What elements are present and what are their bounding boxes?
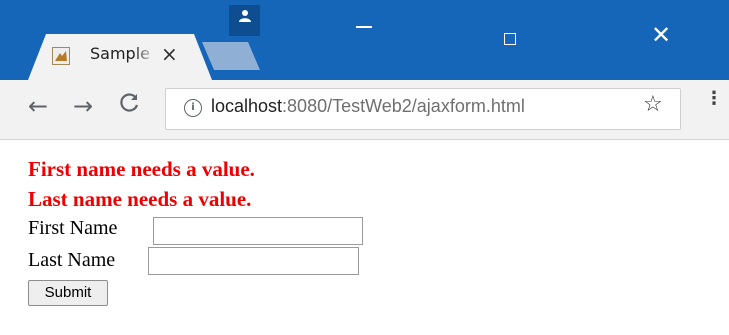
reload-icon[interactable]: [118, 92, 140, 120]
close-tab-icon[interactable]: ×: [161, 42, 178, 66]
menu-kebab-icon[interactable]: ⋮: [705, 90, 723, 108]
error-first-name: First name needs a value.: [28, 157, 255, 181]
profile-avatar-button[interactable]: [229, 5, 260, 36]
error-last-name: Last name needs a value.: [28, 187, 252, 211]
tab-title-fade: [134, 42, 156, 66]
first-name-input[interactable]: [153, 217, 363, 245]
submit-button[interactable]: Submit: [28, 280, 108, 306]
address-url[interactable]: localhost:8080/TestWeb2/ajaxform.html: [211, 96, 525, 117]
maximize-icon[interactable]: [504, 33, 516, 45]
cat-icon: [55, 51, 67, 61]
window-close-icon[interactable]: ✕: [651, 21, 671, 49]
bookmark-star-icon[interactable]: ☆: [643, 92, 663, 117]
browser-window: Sample × ✕ ← → i localhost:8080/TestWeb2…: [0, 0, 729, 335]
forward-arrow-icon[interactable]: →: [73, 92, 93, 120]
back-arrow-icon[interactable]: ←: [28, 92, 48, 120]
info-icon[interactable]: i: [184, 99, 202, 117]
first-name-label: First Name: [28, 217, 118, 239]
minimize-icon[interactable]: [356, 26, 372, 28]
last-name-input[interactable]: [148, 247, 359, 275]
last-name-label: Last Name: [28, 249, 116, 271]
user-icon: [238, 10, 251, 22]
favicon-icon: [52, 47, 70, 65]
